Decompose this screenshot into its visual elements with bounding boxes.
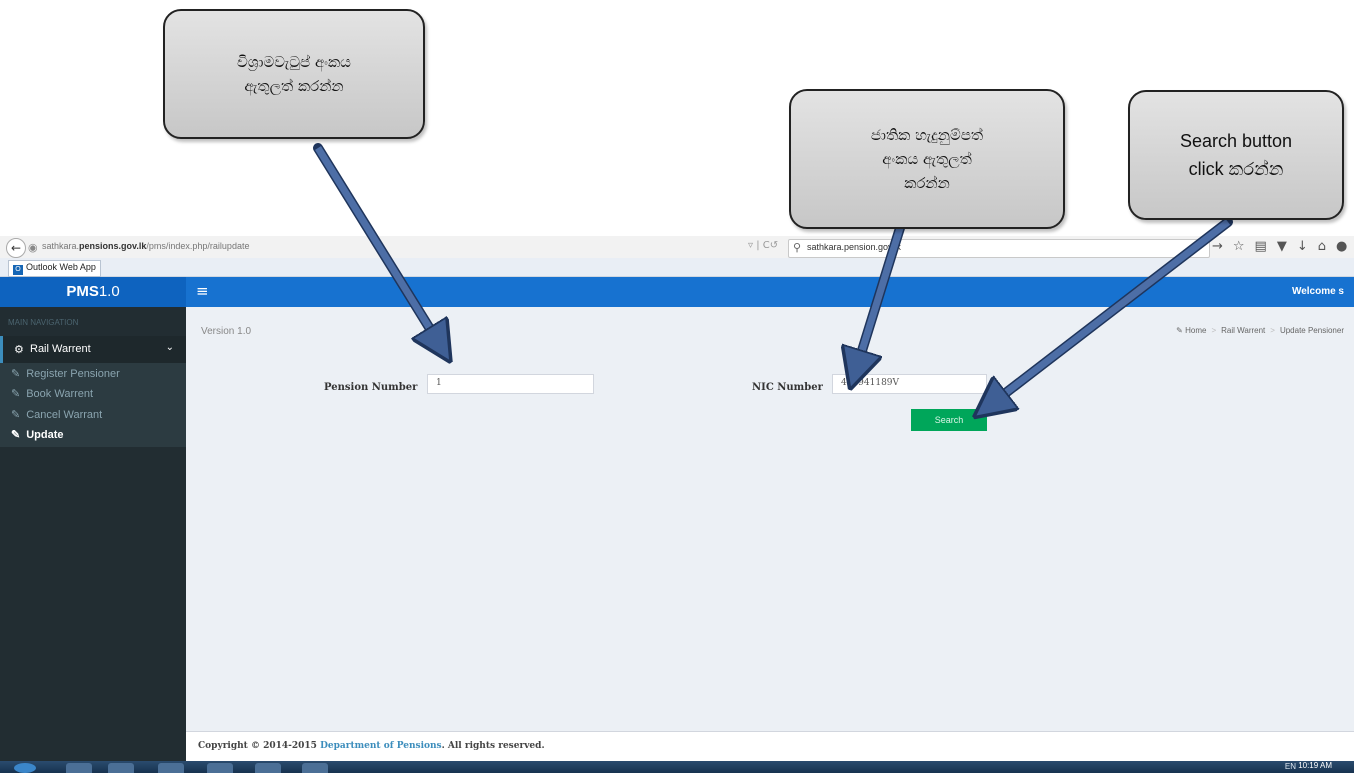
arrow-to-nic-field-inner (856, 226, 904, 370)
callout-search-button: Search button click කරන්න (1128, 90, 1344, 220)
arrow-to-search-button-inner (990, 219, 1231, 405)
callout-pension-number: විශ්‍රාමවැටුප් අංකය ඇතුලත් කරන්න (163, 9, 425, 139)
callout-nic-line-3: කරන්න (904, 174, 950, 192)
arrow-to-pension-field-inner (315, 146, 440, 345)
callout-nic-line-1: ජාතික හැදුනුම්පත් (870, 126, 984, 144)
callout-search-line-1: Search button (1179, 131, 1293, 151)
callout-pension-line-1: විශ්‍රාමවැටුප් අංකය (237, 53, 351, 71)
callout-nic-number: ජාතික හැදුනුම්පත් අංකය ඇතුලත් කරන්න (789, 89, 1065, 229)
callout-pension-line-2: ඇතුලත් කරන්න (244, 77, 344, 95)
callout-nic-line-2: අංකය ඇතුලත් (882, 150, 972, 168)
callout-search-line-2: click කරන්න (1188, 159, 1284, 179)
